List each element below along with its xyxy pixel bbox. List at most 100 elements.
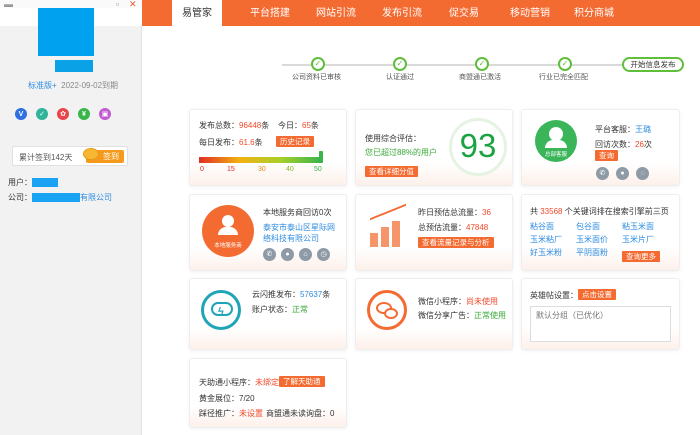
wechat-icon [367, 290, 407, 330]
daily-published: 每日发布：61.6条 [199, 138, 263, 147]
user-row: 用户： [8, 177, 58, 188]
company-label: 公司： [8, 193, 32, 202]
learn-tianzhu-button[interactable]: 了解天助通 [279, 376, 325, 387]
visit-count: 回访次数：26次 [595, 140, 652, 149]
minimize-icon[interactable]: ▬ [4, 0, 13, 9]
home-icon[interactable]: ⌂ [299, 248, 312, 261]
nav-item[interactable]: 促交易 [439, 0, 489, 26]
gauge-tick: 0 [200, 166, 204, 173]
wechat-card: 微信小程序：尚未使用 微信分享广告：正常使用 [355, 278, 513, 350]
cloud-published: 云闪推发布：57637条 [252, 290, 331, 299]
score-card: 使用综合评估： 您已超过88%的用户 查看详细分值 93 [355, 109, 513, 186]
version-info: 标准版+ 2022-09-02到期 [28, 80, 118, 91]
promotion-status: 踩径推广：未设置 [199, 409, 263, 418]
expiry-date: 2022-09-02到期 [61, 81, 119, 90]
phone-icon[interactable]: ✆ [263, 248, 276, 261]
local-service-company[interactable]: 泰安市泰山区星际网络科技有限公司 [263, 222, 337, 244]
company-suffix[interactable]: 有限公司 [80, 193, 112, 202]
checkin-button-label: 签到 [103, 152, 119, 161]
user-name-redacted [32, 178, 58, 188]
nav-item[interactable]: 移动营销 [499, 0, 561, 26]
service-query-button[interactable]: 查询 [595, 150, 618, 161]
keyword-link[interactable]: 玉米粘厂 [530, 234, 562, 245]
gauge-marker [319, 151, 323, 163]
avatar[interactable] [38, 8, 94, 56]
account-status: 账户状态：正常 [252, 305, 308, 314]
score-details-button[interactable]: 查看详细分值 [365, 166, 418, 177]
service-card: 总部客服 平台客服：王璐 回访次数：26次 查询 ✆ ● ◌ [521, 109, 680, 186]
keywords-more-button[interactable]: 查询更多 [622, 251, 660, 262]
keyword-link[interactable]: 粘谷面 [530, 221, 554, 232]
hero-post-label: 英雄帖设置： [530, 291, 578, 300]
app-root: ▬ ▫ ✕ 标准版+ 2022-09-02到期 V ✓ ✿ ¥ ▣ 累计签到142天 签… [0, 0, 700, 435]
keyword-link[interactable]: 包谷面 [576, 221, 600, 232]
nav-item[interactable]: 网站引流 [307, 0, 365, 26]
step-check-icon: ✓ [393, 57, 407, 71]
platform-service: 平台客服：王璐 [595, 125, 651, 134]
step-label: 行业已完全匹配 [539, 74, 588, 81]
history-button[interactable]: 历史记录 [276, 136, 314, 147]
score-title: 使用综合评估： [365, 134, 421, 143]
nav-item[interactable]: 平台搭建 [241, 0, 299, 26]
sidebar: ▬ ▫ ✕ 标准版+ 2022-09-02到期 V ✓ ✿ ¥ ▣ 累计签到142天 签… [0, 0, 142, 435]
version-link[interactable]: 标准版+ [28, 81, 57, 90]
score-exceed: 您已超过88%的用户 [365, 148, 438, 157]
publish-gauge [199, 157, 321, 163]
nav-item[interactable]: 积分商城 [565, 0, 623, 26]
nav-item[interactable]: 易管家 [172, 0, 222, 26]
cloud-push-card: ϟ 云闪推发布：57637条 账户状态：正常 [189, 278, 347, 350]
coin-icon [83, 148, 99, 160]
total-traffic: 总预估流量：47848 [418, 223, 489, 232]
checkin-count: 累计签到142天 [19, 153, 73, 162]
headquarters-service-icon: 总部客服 [535, 120, 577, 162]
keywords-card: 共 33568 个关键词排在搜索引擎前三页 粘谷面 包谷面 粘玉米面 玉米粘厂 … [521, 194, 680, 271]
wechat-miniapp: 微信小程序：尚未使用 [418, 297, 498, 306]
clock-icon[interactable]: ◷ [317, 248, 330, 261]
total-published: 发布总数：96448条 [199, 121, 270, 130]
tianzhu-miniapp: 天助通小程序：未绑定 [199, 378, 279, 387]
gauge-tick: 40 [286, 166, 294, 173]
step-check-icon: ✓ [475, 57, 489, 71]
window-controls: ▬ ▫ ✕ [0, 0, 142, 9]
keyword-link[interactable]: 好玉米粉 [530, 247, 562, 258]
restore-icon[interactable]: ▫ [116, 0, 119, 9]
checkin-button[interactable]: 签到 [83, 148, 124, 163]
unread-inquiries: 商盟通未读询盘：0 [266, 409, 335, 418]
setup-progress: ✓ ✓ ✓ ✓ [275, 57, 675, 73]
chat-icon[interactable]: ◌ [636, 167, 649, 180]
step-check-icon: ✓ [311, 57, 325, 71]
keyword-link[interactable]: 玉米面价 [576, 234, 608, 245]
nav-item[interactable]: 发布引流 [373, 0, 431, 26]
qq-icon[interactable]: ● [281, 248, 294, 261]
hero-post-group-input[interactable] [530, 306, 671, 342]
step-label: 认证通过 [386, 74, 414, 81]
keyword-link[interactable]: 平阴面粉 [576, 247, 608, 258]
top-nav: 易管家 平台搭建 网站引流 发布引流 促交易 移动营销 积分商城 [142, 0, 700, 26]
avatar-caption-block [55, 60, 93, 72]
keyword-link[interactable]: 玉米片厂 [622, 234, 654, 245]
score-value: 93 [459, 127, 497, 164]
gauge-tick: 30 [258, 166, 266, 173]
yen-icon[interactable]: ¥ [78, 108, 90, 120]
company-name-redacted [32, 193, 80, 203]
keyword-link[interactable]: 粘玉米面 [622, 221, 654, 232]
start-publish-button[interactable]: 开始信息发布 [622, 57, 684, 72]
qq-icon[interactable]: ● [616, 167, 629, 180]
yesterday-traffic: 昨日预估总流量：36 [418, 208, 491, 217]
v-badge-icon[interactable]: V [15, 108, 27, 120]
growth-chart-icon [368, 203, 408, 249]
wechat-share-ad: 微信分享广告：正常使用 [418, 311, 506, 320]
hero-post-settings-button[interactable]: 点击设置 [578, 289, 616, 300]
shield-icon[interactable]: ✓ [36, 108, 48, 120]
gold-booth: 黄金展位：7/20 [199, 394, 255, 403]
today-published: 今日：65条 [278, 121, 319, 130]
traffic-card: 昨日预估总流量：36 总预估流量：47848 查看流量记录与分析 [355, 194, 513, 271]
phone-icon[interactable]: ✆ [596, 167, 609, 180]
traffic-analysis-button[interactable]: 查看流量记录与分析 [418, 237, 494, 248]
keyword-summary: 共 33568 个关键词排在搜索引擎前三页 [530, 207, 669, 216]
local-service-icon: 本地服务商 [202, 205, 254, 257]
close-icon[interactable]: ✕ [129, 0, 137, 9]
image-icon[interactable]: ▣ [99, 108, 111, 120]
ribbon-icon[interactable]: ✿ [57, 108, 69, 120]
hero-post-card: 英雄帖设置： 点击设置 [521, 278, 680, 350]
